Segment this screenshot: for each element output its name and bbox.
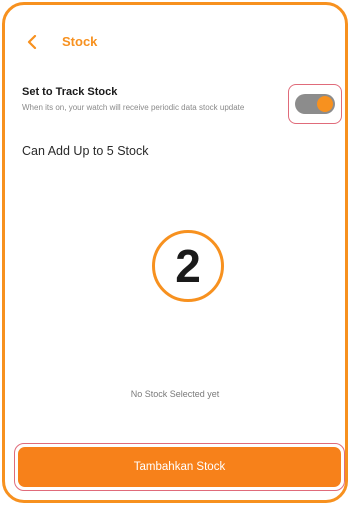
step-number: 2 [175,240,201,292]
toggle-knob [317,96,333,112]
track-stock-title: Set to Track Stock [22,86,118,98]
toggle-track [295,94,335,114]
chevron-left-icon [27,35,37,49]
track-stock-description: When its on, your watch will receive per… [22,103,245,112]
stock-limit-text: Can Add Up to 5 Stock [22,144,149,158]
empty-state-text: No Stock Selected yet [130,389,220,399]
page-title: Stock [62,34,98,49]
phone-frame: Stock Set to Track Stock When its on, yo… [2,2,348,503]
header: Stock [5,29,345,55]
add-stock-button[interactable]: Tambahkan Stock [18,447,341,487]
back-button[interactable] [21,31,43,53]
add-stock-highlight: Tambahkan Stock [14,443,345,491]
track-stock-toggle[interactable] [288,84,342,124]
step-number-badge: 2 [152,230,224,302]
